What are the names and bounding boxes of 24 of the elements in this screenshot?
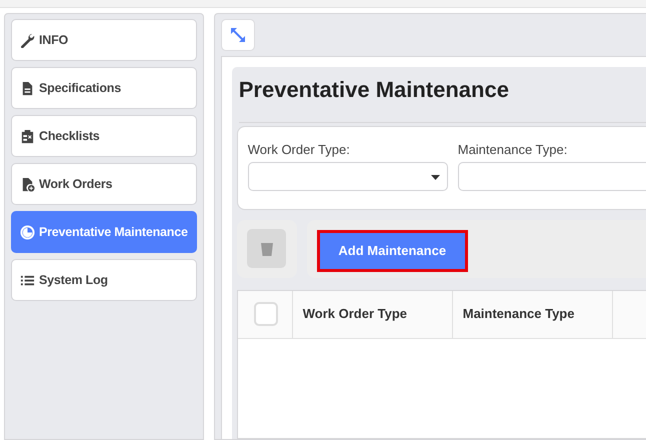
select-field[interactable] [248,162,448,190]
sidebar-item[interactable]: INFO [11,19,197,61]
input-field[interactable] [458,162,646,190]
sidebar-item[interactable]: Specifications [11,67,197,109]
caret-icon [430,174,440,180]
select-all-checkbox[interactable] [254,302,278,326]
sidebar-item[interactable]: Preventative Maintenance [11,211,197,253]
wrench-icon [20,32,35,48]
sidebar-item[interactable]: Work Orders [11,163,197,205]
sidebar-item[interactable]: System Log [11,259,197,301]
filter-label: Work Order Type: [248,141,351,159]
column-header: Work Order Type [292,290,453,338]
add-maintenance-button[interactable]: Add Maintenance [316,230,468,272]
sidebar-item[interactable]: Checklists [11,115,197,157]
filter-label: Maintenance Type: [458,141,568,159]
trash-icon [260,240,274,256]
expand-button[interactable] [220,19,255,51]
clipboard-icon [20,128,35,144]
pie-icon [20,224,35,240]
file-icon [20,80,35,96]
file-plus-icon [20,176,35,192]
column-header: Maintenance Type [452,290,613,338]
section-title: Preventative Maintenance [238,73,646,123]
expand-icon [230,27,246,43]
